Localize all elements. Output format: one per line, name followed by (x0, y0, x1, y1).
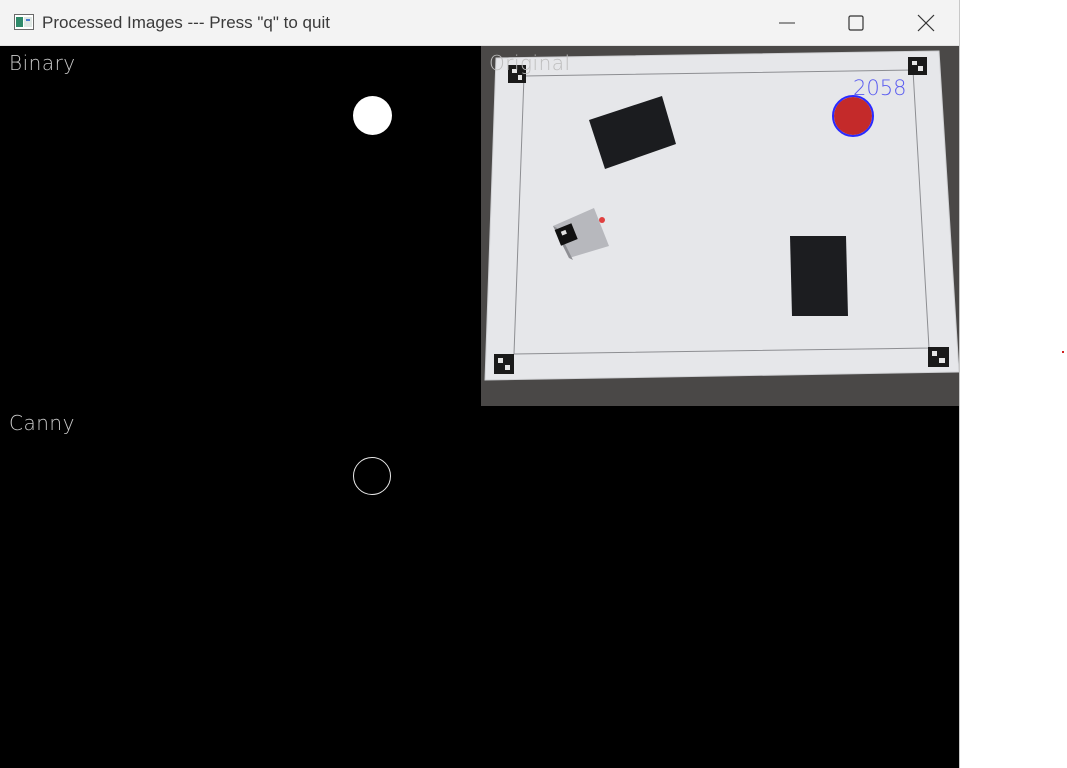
obstacle-block-2 (790, 236, 848, 316)
close-icon (917, 14, 935, 32)
detected-area-value: 2058 (853, 76, 907, 100)
minimize-button[interactable] (752, 0, 822, 46)
aruco-marker-top-right (908, 57, 927, 75)
red-ball (834, 97, 872, 135)
aruco-marker-bottom-right (928, 347, 949, 367)
original-scene (484, 50, 959, 381)
title-bar[interactable]: Processed Images --- Press "q" to quit (0, 0, 959, 46)
maximize-button[interactable] (821, 0, 891, 46)
aruco-marker-bottom-left (494, 354, 514, 374)
original-panel-label: Original (489, 51, 571, 75)
app-icon (14, 14, 34, 30)
binary-panel-label: Binary (9, 51, 76, 75)
stray-pixel (1062, 351, 1064, 353)
canny-edge-circle (353, 457, 391, 495)
canny-panel-label: Canny (9, 411, 75, 435)
original-camera-view: 2058 (481, 46, 959, 406)
processed-images-window: Processed Images --- Press "q" to quit B… (0, 0, 960, 768)
minimize-icon (779, 22, 795, 24)
close-button[interactable] (891, 0, 959, 46)
maximize-icon (848, 15, 864, 31)
binary-detected-blob (353, 96, 392, 135)
image-canvas: Binary Canny 2058 Original (0, 46, 959, 768)
window-title: Processed Images --- Press "q" to quit (42, 13, 330, 32)
